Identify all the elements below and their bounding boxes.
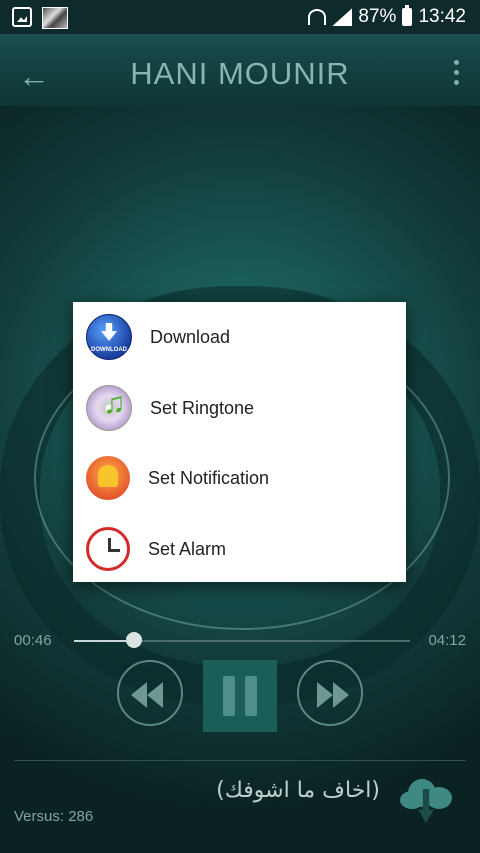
fast-forward-icon-part bbox=[333, 682, 349, 708]
set-alarm-option[interactable]: Set Alarm bbox=[73, 514, 406, 584]
status-bar: 87% 13:42 bbox=[0, 0, 480, 34]
signal-icon bbox=[332, 8, 353, 26]
rewind-icon-part bbox=[147, 682, 163, 708]
download-icon-text: DOWNLOAD bbox=[91, 347, 127, 353]
page-title: HANI MOUNIR bbox=[130, 56, 350, 91]
set-ringtone-label: Set Ringtone bbox=[150, 397, 255, 418]
download-label: Download bbox=[150, 326, 231, 347]
versus-count: Versus: 286 bbox=[14, 808, 94, 825]
elapsed-time: 00:46 bbox=[14, 632, 52, 649]
set-notification-option[interactable]: Set Notification bbox=[73, 443, 406, 513]
divider bbox=[14, 760, 466, 761]
wifi-icon bbox=[308, 9, 327, 25]
rewind-button[interactable] bbox=[117, 660, 183, 726]
pause-button[interactable] bbox=[203, 660, 277, 732]
app-bar: ← HANI MOUNIR bbox=[0, 34, 480, 106]
battery-percent: 87% bbox=[358, 6, 397, 27]
rewind-icon bbox=[131, 682, 147, 708]
set-notification-label: Set Notification bbox=[148, 467, 270, 488]
pause-icon bbox=[223, 676, 235, 716]
seek-bar[interactable] bbox=[74, 640, 410, 642]
ringtone-icon bbox=[86, 385, 132, 431]
song-title: (اخاف ما اشوفك) bbox=[216, 778, 380, 803]
overflow-menu-icon[interactable] bbox=[454, 60, 460, 90]
image-notification-icon bbox=[42, 7, 68, 29]
fast-forward-icon bbox=[317, 682, 333, 708]
fast-forward-button[interactable] bbox=[297, 660, 363, 726]
download-option[interactable]: DOWNLOAD Download bbox=[73, 302, 406, 372]
seek-bar-fill bbox=[74, 640, 135, 642]
alarm-clock-icon bbox=[86, 527, 130, 571]
set-ringtone-option[interactable]: Set Ringtone bbox=[73, 373, 406, 443]
status-time: 13:42 bbox=[418, 6, 466, 27]
bell-icon bbox=[86, 456, 130, 500]
battery-icon bbox=[402, 5, 413, 26]
set-alarm-label: Set Alarm bbox=[148, 538, 227, 559]
pause-icon-part bbox=[245, 676, 257, 716]
download-icon: DOWNLOAD bbox=[86, 314, 132, 360]
options-dialog: DOWNLOAD Download Set Ringtone Set Notif… bbox=[73, 302, 406, 582]
cloud-download-icon[interactable] bbox=[398, 775, 456, 823]
gallery-notification-icon bbox=[12, 7, 32, 27]
duration-time: 04:12 bbox=[428, 632, 466, 649]
